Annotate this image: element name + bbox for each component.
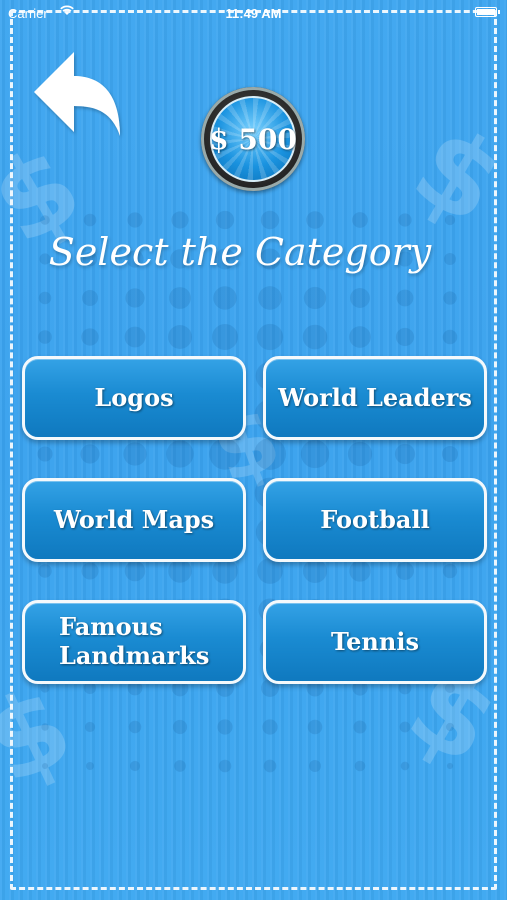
category-button-world-leaders[interactable]: World Leaders bbox=[263, 356, 487, 440]
category-button-world-maps[interactable]: World Maps bbox=[22, 478, 246, 562]
category-button-football[interactable]: Football bbox=[263, 478, 487, 562]
coin-balance: $ 500 bbox=[209, 122, 297, 156]
category-button-famous-landmarks[interactable]: Famous Landmarks bbox=[22, 600, 246, 684]
category-label: Tennis bbox=[331, 626, 419, 656]
category-label: World Maps bbox=[53, 504, 215, 534]
curved-back-arrow-icon bbox=[34, 52, 120, 136]
category-button-tennis[interactable]: Tennis bbox=[263, 600, 487, 684]
back-button[interactable] bbox=[30, 48, 126, 140]
clock-time: 11:49 AM bbox=[225, 6, 282, 21]
category-label: World Leaders bbox=[278, 382, 472, 412]
category-button-logos[interactable]: Logos bbox=[22, 356, 246, 440]
battery-icon bbox=[475, 7, 500, 17]
category-label: Logos bbox=[94, 382, 174, 412]
coin-balance-badge: $ 500 bbox=[201, 87, 305, 191]
category-label: Famous Landmarks bbox=[59, 612, 210, 670]
page-title: Select the Category bbox=[48, 230, 432, 274]
category-label: Football bbox=[320, 504, 430, 534]
status-bar: Carrier 11:49 AM bbox=[0, 0, 507, 26]
coin-icon: $ 500 bbox=[209, 96, 297, 182]
